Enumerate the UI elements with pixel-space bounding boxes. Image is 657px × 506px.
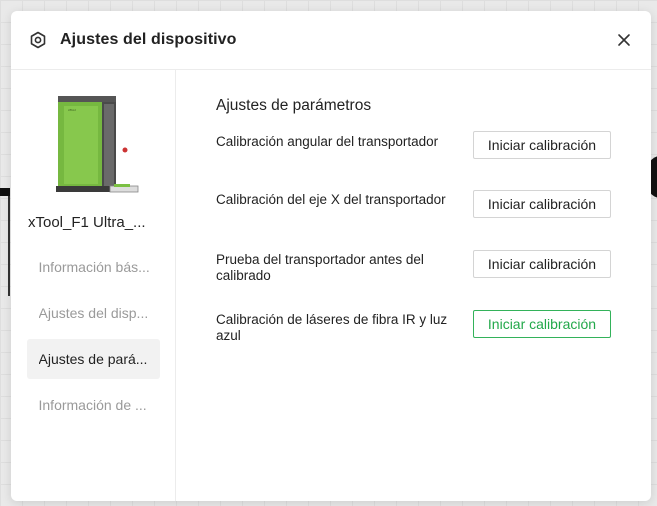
start-calibration-button[interactable]: Iniciar calibración xyxy=(473,131,611,159)
sidebar-item-label: Ajustes de pará... xyxy=(38,351,148,367)
canvas-fragment xyxy=(0,188,10,196)
canvas-fragment xyxy=(8,196,10,296)
calibration-row: Calibración angular del transportador In… xyxy=(216,131,651,191)
sidebar-item-label: Información de ... xyxy=(38,397,147,413)
dialog-title: Ajustes del dispositivo xyxy=(60,31,237,48)
start-calibration-button[interactable]: Iniciar calibración xyxy=(473,310,611,338)
start-calibration-button[interactable]: Iniciar calibración xyxy=(473,190,611,218)
settings-sidebar: xTool xTool_F1 Ultra_... Información bás… xyxy=(11,70,176,501)
calibration-row: Calibración de láseres de fibra IR y luz… xyxy=(216,310,651,371)
calibration-label: Calibración de láseres de fibra IR y luz… xyxy=(216,312,448,343)
sidebar-item-info[interactable]: Información de ... xyxy=(27,385,160,425)
sidebar-item-label: Información bás... xyxy=(38,259,150,275)
sidebar-nav: Información bás... Ajustes del disp... A… xyxy=(26,247,160,431)
start-calibration-button[interactable]: Iniciar calibración xyxy=(473,250,611,278)
calibration-row: Prueba del transportador antes del calib… xyxy=(216,250,651,311)
section-title: Ajustes de parámetros xyxy=(216,97,372,114)
calibration-label: Prueba del transportador antes del calib… xyxy=(216,252,424,283)
device-settings-dialog: Ajustes del dispositivo xTool xTool_F1 U… xyxy=(11,11,651,501)
device-name: xTool_F1 Ultra_... xyxy=(28,214,146,231)
hexagon-settings-icon xyxy=(29,31,47,49)
sidebar-item-device-settings[interactable]: Ajustes del disp... xyxy=(27,293,160,333)
svg-text:xTool: xTool xyxy=(68,108,76,112)
parameter-settings-panel: Ajustes de parámetros Calibración angula… xyxy=(176,70,651,501)
sidebar-item-parameter-settings[interactable]: Ajustes de pará... xyxy=(26,339,160,379)
calibration-label: Calibración angular del transportador xyxy=(216,134,439,149)
sidebar-item-label: Ajustes del disp... xyxy=(38,305,149,321)
calibration-row: Calibración del eje X del transportador … xyxy=(216,190,651,251)
dialog-header: Ajustes del dispositivo xyxy=(11,11,651,70)
device-image: xTool xyxy=(42,94,142,204)
close-icon[interactable] xyxy=(615,31,633,49)
calibration-label: Calibración del eje X del transportador xyxy=(216,192,446,207)
sidebar-item-basic-info[interactable]: Información bás... xyxy=(27,247,160,287)
